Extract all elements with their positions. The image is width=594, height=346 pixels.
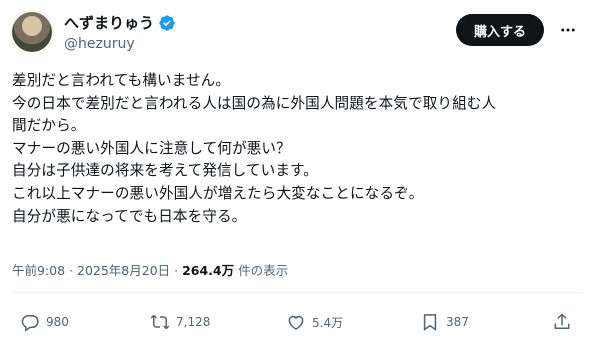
- post-line: 自分が悪になってでも日本を守る。: [12, 207, 247, 225]
- post-line: 自分は子供達の将来を考えて発信しています。: [12, 162, 318, 180]
- views-label: 件の表示: [234, 263, 289, 278]
- bookmark-icon: [423, 314, 437, 331]
- display-name[interactable]: へずまりゅう: [64, 13, 154, 33]
- reply-icon: [21, 315, 39, 332]
- action-bar: 980 7,128 5.4万 387: [12, 310, 582, 334]
- repost-button[interactable]: 7,128: [150, 310, 210, 334]
- share-button[interactable]: [552, 310, 572, 334]
- reply-count: 980: [46, 315, 69, 329]
- more-icon[interactable]: [558, 20, 578, 40]
- post-line: 差別だと言われても構いません。: [12, 72, 231, 89]
- post-meta: 午前9:08 · 2025年8月20日 · 264.4万 件の表示: [12, 262, 288, 280]
- bookmark-count: 387: [446, 315, 469, 329]
- meta-separator: ·: [65, 263, 77, 278]
- subscribe-button[interactable]: 購入する: [455, 14, 544, 46]
- post-line: これ以上マナーの悪い外国人が増えたら大変なことになるぞ。: [12, 184, 424, 202]
- post-time[interactable]: 午前9:08: [12, 263, 65, 278]
- post-line: 今の日本で差別だと言われる人は国の為に外国人問題を本気で取り組む人: [12, 94, 497, 112]
- share-icon: [554, 313, 570, 329]
- post-text: 差別だと言われても構いません。 今の日本で差別だと言われる人は国の為に外国人問題…: [12, 70, 582, 228]
- handle[interactable]: @hezuruy: [64, 34, 176, 54]
- post-line: 間だから。: [12, 117, 86, 135]
- avatar[interactable]: [12, 12, 52, 52]
- view-count: 264.4万: [182, 263, 235, 278]
- user-names: へずまりゅう @hezuruy: [64, 12, 176, 54]
- reply-button[interactable]: 980: [20, 310, 69, 334]
- post-header: へずまりゅう @hezuruy 購入する: [12, 10, 582, 58]
- display-name-row: へずまりゅう: [64, 12, 176, 34]
- repost-icon: [150, 314, 170, 330]
- divider: [12, 292, 582, 293]
- post-date[interactable]: 2025年8月20日: [77, 263, 170, 278]
- verified-badge-icon: [159, 15, 175, 31]
- like-count: 5.4万: [312, 315, 344, 330]
- meta-separator: ·: [170, 263, 183, 278]
- bookmark-button[interactable]: 387: [420, 310, 469, 334]
- post-line: マナーの悪い外国人に注意して何が悪い？: [12, 139, 291, 157]
- heart-icon: [288, 315, 304, 330]
- like-button[interactable]: 5.4万: [286, 310, 343, 334]
- repost-count: 7,128: [176, 315, 211, 329]
